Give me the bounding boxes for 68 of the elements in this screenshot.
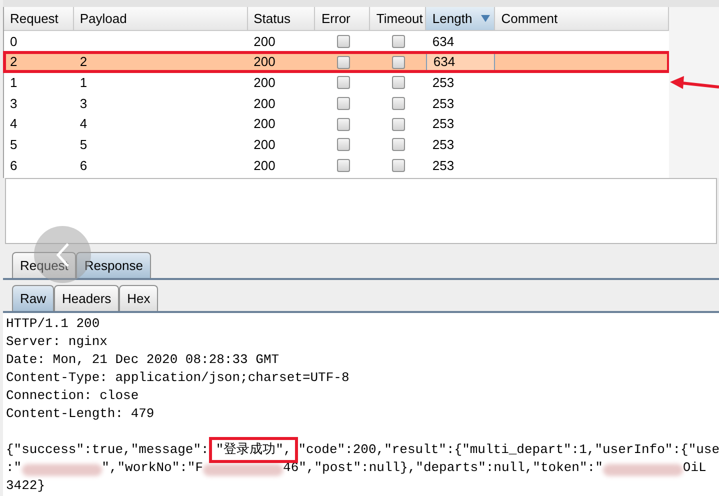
- response-text: Content-Type: application/json;charset=UTF-8: [6, 369, 350, 387]
- table-cell-text: 253: [432, 74, 454, 92]
- table-cell-text: 200: [254, 53, 276, 72]
- tab[interactable]: Response: [76, 252, 151, 278]
- column-header[interactable]: Request: [4, 7, 74, 30]
- table-cell-text: 1: [10, 74, 18, 92]
- table-cell-text: 5: [10, 136, 18, 154]
- tab[interactable]: Request: [12, 252, 76, 278]
- table-cell-text: 253: [432, 94, 454, 113]
- table-cell-text: 200: [254, 94, 276, 113]
- checkbox[interactable]: [336, 96, 350, 110]
- table-cell-text: 5: [80, 136, 88, 154]
- table-cell-text: 2: [10, 53, 18, 72]
- response-text: Connection: close: [6, 387, 139, 405]
- table-cell-text: 253: [432, 115, 454, 134]
- checkbox[interactable]: [336, 118, 350, 131]
- column-header[interactable]: Error: [315, 7, 370, 30]
- table-cell-text: 200: [254, 74, 276, 92]
- table-cell-text: 200: [254, 156, 276, 175]
- table-cell-text: 3: [80, 94, 88, 113]
- checkbox[interactable]: [336, 56, 350, 69]
- response-text: OiL: [682, 459, 706, 477]
- column-header[interactable]: Comment: [495, 7, 669, 30]
- response-text: :": [6, 459, 22, 477]
- table-cell-text: 253: [432, 136, 454, 154]
- table-cell-text: 6: [80, 156, 88, 175]
- table-cell-text: 2: [80, 53, 88, 72]
- response-text: Content-Length: 479: [6, 405, 154, 423]
- response-text: 3422}: [6, 477, 46, 495]
- tab[interactable]: Headers: [54, 285, 120, 311]
- checkbox[interactable]: [392, 158, 405, 172]
- checkbox[interactable]: [392, 76, 405, 90]
- table-cell-text: 200: [254, 115, 276, 134]
- checkbox[interactable]: [336, 138, 350, 152]
- table-cell-text: 6: [10, 156, 18, 175]
- highlighted-text: "登录成功",: [208, 437, 298, 463]
- table-cell-text: 4: [80, 115, 88, 134]
- checkbox[interactable]: [392, 96, 405, 110]
- checkbox[interactable]: [336, 76, 350, 90]
- tab[interactable]: Raw: [12, 285, 54, 311]
- table-cell-text: 253: [432, 156, 454, 175]
- checkbox[interactable]: [392, 118, 405, 131]
- response-text: Date: Mon, 21 Dec 2020 08:28:33 GMT: [6, 351, 280, 369]
- column-header[interactable]: Timeout: [370, 7, 426, 30]
- column-header[interactable]: Length: [426, 7, 496, 30]
- table-cell-text: 200: [254, 32, 276, 51]
- table-cell-text: 634: [433, 53, 456, 72]
- checkbox[interactable]: [392, 56, 405, 69]
- checkbox[interactable]: [392, 138, 405, 152]
- checkbox[interactable]: [392, 34, 405, 48]
- table-cell-text: 0: [10, 32, 18, 51]
- sort-descending-icon: [481, 15, 490, 22]
- tab[interactable]: Hex: [119, 285, 158, 311]
- table-cell-text: 1: [80, 74, 88, 92]
- table-cell-text: 3: [10, 94, 18, 113]
- table-cell-text: 200: [254, 136, 276, 154]
- table-cell-text: 634: [432, 32, 454, 51]
- table-cell-text: 4: [10, 115, 18, 134]
- response-text: Server: nginx: [6, 333, 108, 351]
- response-text: {"success":true,"message":: [6, 441, 209, 459]
- response-text: ","workNo":"F: [102, 459, 204, 477]
- checkbox[interactable]: [336, 158, 350, 172]
- column-header[interactable]: Status: [248, 7, 316, 30]
- column-header[interactable]: Payload: [74, 7, 248, 30]
- checkbox[interactable]: [336, 34, 350, 48]
- result-row[interactable]: 2 2 200 634: [4, 52, 669, 72]
- response-text: "code":200,"result":{"multi_depart":1,"userInfo":{"use: [298, 441, 719, 459]
- response-text: HTTP/1.1 200: [6, 315, 100, 333]
